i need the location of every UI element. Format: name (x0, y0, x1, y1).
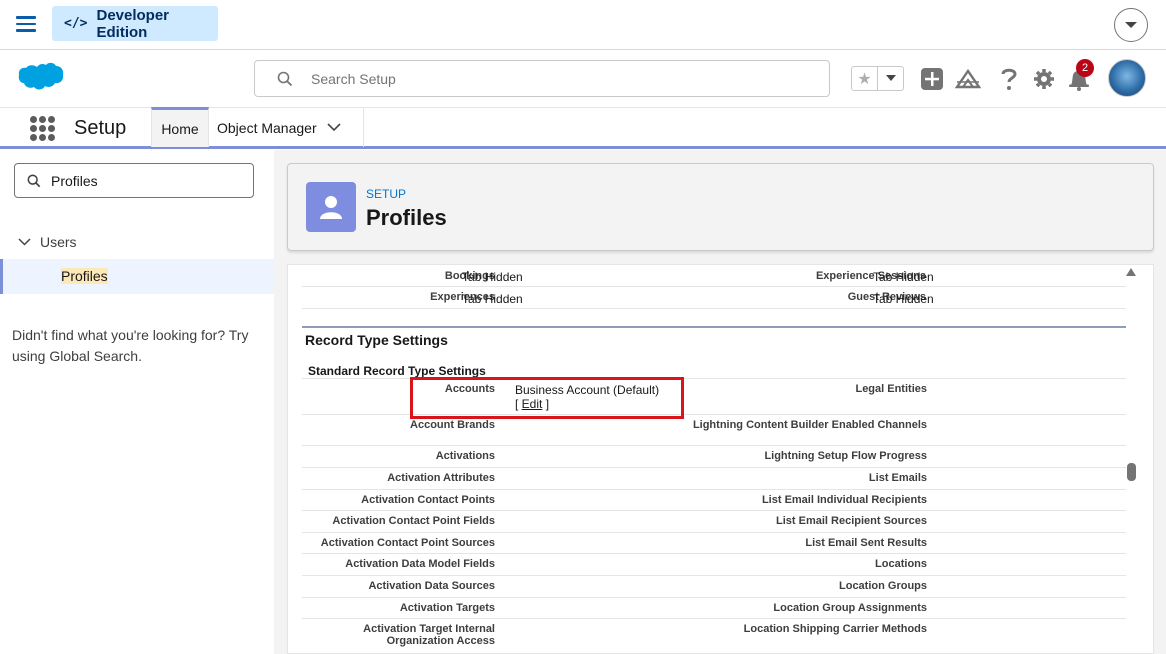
record-type-label: Lightning Content Builder Enabled Channe… (692, 419, 927, 431)
record-type-row: Activations Lightning Setup Flow Progres… (302, 445, 1126, 467)
tab-setting-row: Experiences Tab Hidden Guest Reviews Tab… (302, 287, 1126, 309)
salesforce-logo[interactable] (18, 62, 64, 94)
favorites-control[interactable]: ★ (851, 66, 904, 91)
tree-node-users[interactable]: Users (18, 234, 77, 250)
search-icon (277, 71, 293, 86)
section-divider (302, 326, 1126, 328)
tab-home[interactable]: Home (151, 107, 209, 147)
record-type-label: Location Group Assignments (773, 602, 927, 614)
scroll-up-arrow-icon[interactable] (1126, 268, 1136, 276)
quick-find-input[interactable]: Profiles (14, 163, 254, 198)
record-type-row: Activation Contact Points List Email Ind… (302, 489, 1126, 510)
record-type-label: Activation Target Internal Organization … (363, 623, 495, 647)
global-actions-button[interactable] (919, 66, 945, 92)
favorites-dropdown[interactable] (878, 67, 903, 90)
record-type-label: Legal Entities (855, 383, 927, 395)
context-nav: Setup Home Object Manager (0, 107, 1166, 149)
record-type-label: Activation Contact Point Sources (320, 537, 495, 549)
chevron-down-icon (18, 238, 31, 246)
tab-setting-value: Tab Hidden (462, 270, 523, 284)
record-type-label: List Emails (868, 472, 927, 484)
trailhead-icon (955, 68, 981, 89)
record-type-label: Account Brands (410, 419, 495, 431)
gear-icon (1034, 69, 1054, 89)
scrollbar-thumb[interactable] (1127, 463, 1136, 481)
notification-badge: 2 (1076, 59, 1094, 77)
developer-edition-label: Developer Edition (96, 6, 170, 41)
record-type-label: Activation Data Sources (368, 580, 495, 592)
record-type-label: List Email Individual Recipients (761, 494, 927, 506)
help-icon (1001, 68, 1017, 90)
dropdown-button[interactable] (1114, 8, 1148, 42)
page-eyebrow: SETUP (366, 187, 407, 201)
user-profile-icon (306, 182, 356, 232)
menu-icon[interactable] (16, 16, 36, 32)
chevron-down-icon[interactable] (327, 123, 341, 132)
tab-object-manager[interactable]: Object Manager (209, 108, 364, 147)
record-type-label: Locations (875, 558, 927, 570)
user-avatar[interactable] (1108, 59, 1146, 97)
record-type-row: Activation Data Sources Location Groups (302, 575, 1126, 597)
developer-edition-badge[interactable]: </> Developer Edition (52, 6, 218, 41)
global-header: Search Setup ★ (0, 50, 1166, 107)
record-type-label: Activation Targets (399, 602, 495, 614)
tab-object-manager-label: Object Manager (217, 119, 317, 136)
chevron-down-icon (885, 75, 896, 81)
record-type-row: Activation Targets Location Group Assign… (302, 597, 1126, 618)
record-type-label: Lightning Setup Flow Progress (764, 450, 927, 462)
record-type-row: Activation Contact Point Fields List Ema… (302, 510, 1126, 532)
app-name: Setup (74, 117, 127, 139)
tab-setting-value: Tab Hidden (873, 292, 934, 306)
setup-gear-button[interactable] (1031, 66, 1057, 92)
record-type-label: Activation Contact Points (361, 494, 495, 506)
app-launcher-icon[interactable] (30, 116, 55, 141)
accounts-highlight-box (410, 377, 684, 419)
page-title: Profiles (366, 205, 447, 230)
record-type-label: List Email Recipient Sources (776, 515, 927, 527)
star-icon[interactable]: ★ (852, 67, 878, 90)
record-type-row: Activation Contact Point Sources List Em… (302, 532, 1126, 553)
developer-bar: </> Developer Edition (0, 0, 1166, 50)
tree-node-profiles-label: Profiles (61, 268, 108, 284)
record-type-label: Location Shipping Carrier Methods (743, 623, 927, 635)
plus-icon (921, 68, 943, 90)
record-type-row: Activation Data Model Fields Locations (302, 553, 1126, 575)
subsection-title: Standard Record Type Settings (308, 364, 486, 378)
record-type-label: Activation Attributes (387, 472, 495, 484)
trailhead-button[interactable] (955, 66, 981, 92)
record-type-row: Activation Attributes List Emails (302, 467, 1126, 489)
record-type-label: Activation Data Model Fields (345, 558, 495, 570)
tree-node-users-label: Users (40, 234, 77, 250)
search-icon (27, 174, 41, 187)
page-header: SETUP Profiles (287, 163, 1154, 251)
record-type-label: Location Groups (839, 580, 927, 592)
profile-detail-frame: Bookings Tab Hidden Experience Sessions … (287, 264, 1154, 654)
tab-setting-value: Tab Hidden (462, 292, 523, 306)
search-placeholder: Search Setup (311, 70, 396, 87)
chevron-down-icon (1125, 22, 1137, 28)
not-found-message: Didn't find what you're looking for? Try… (12, 327, 249, 364)
code-icon: </> (64, 16, 88, 31)
record-type-row: Activation Target Internal Organization … (302, 618, 1126, 653)
help-button[interactable] (996, 66, 1022, 92)
record-type-label: Activation Contact Point Fields (332, 515, 495, 527)
record-type-label: List Email Sent Results (805, 537, 927, 549)
setup-search-input[interactable]: Search Setup (254, 60, 830, 97)
record-type-label: Activations (435, 450, 495, 462)
tab-setting-row: Bookings Tab Hidden Experience Sessions … (302, 265, 1126, 287)
quick-find-value: Profiles (51, 172, 98, 189)
tab-setting-value: Tab Hidden (873, 270, 934, 284)
tree-node-profiles[interactable]: Profiles (0, 259, 274, 294)
section-title: Record Type Settings (305, 332, 448, 348)
setup-sidebar: Profiles Users Profiles Didn't find what… (0, 150, 274, 654)
